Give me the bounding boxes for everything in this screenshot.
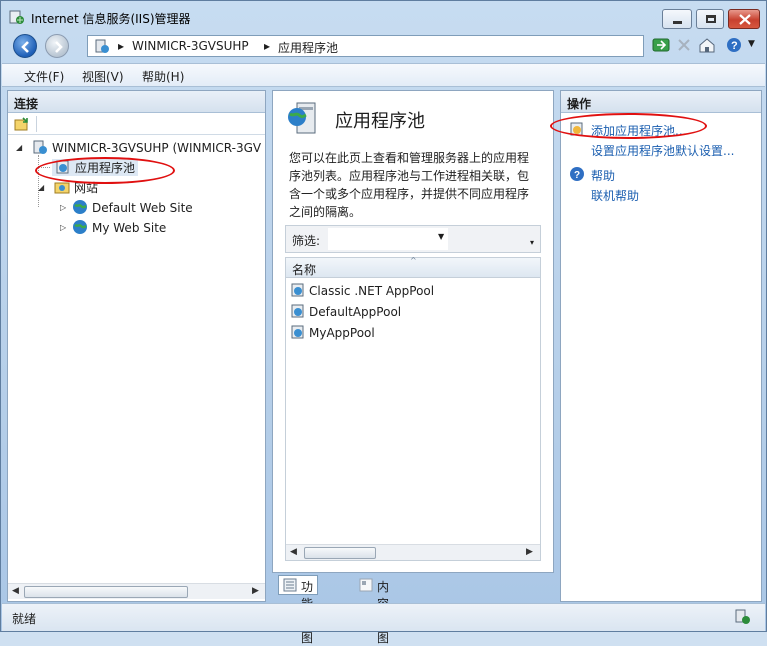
set-pool-defaults-link[interactable]: 设置应用程序池默认设置... <box>591 142 734 159</box>
forward-arrow-icon <box>55 41 63 53</box>
maximize-icon <box>706 15 716 23</box>
menu-view[interactable]: 视图(V) <box>82 68 124 85</box>
filter-options-icon[interactable]: ▾ <box>530 238 534 247</box>
filter-label: 筛选: <box>292 234 321 248</box>
tree-label-default-site: Default Web Site <box>92 201 193 215</box>
refresh-icon[interactable] <box>651 35 671 55</box>
forward-button[interactable] <box>45 34 69 58</box>
window-title: Internet 信息服务(IIS)管理器 <box>31 12 191 26</box>
list-item[interactable]: MyAppPool <box>290 324 375 340</box>
globe-icon <box>73 220 87 234</box>
scroll-right-icon[interactable]: ▶ <box>252 586 259 596</box>
scroll-right-icon[interactable]: ▶ <box>526 547 533 557</box>
pool-name: MyAppPool <box>309 326 375 340</box>
crumb-server[interactable]: WINMICR-3GVSUHP <box>132 39 249 53</box>
connections-header: 连接 <box>8 91 265 113</box>
app-pool-list: 名称 ^ Classic .NET AppPool DefaultAppPool <box>285 256 541 561</box>
page-title: 应用程序池 <box>335 111 425 132</box>
network-status-icon <box>735 609 750 624</box>
status-bar: 就绪 <box>2 603 765 631</box>
toolbar-separator <box>36 116 37 132</box>
collapse-caret-icon[interactable]: ◢ <box>16 143 22 152</box>
collapse-caret-icon[interactable]: ◢ <box>38 183 44 192</box>
title-bar: Internet 信息服务(IIS)管理器 <box>1 1 766 31</box>
column-header-name[interactable]: 名称 ^ <box>286 256 540 278</box>
app-pool-icon <box>291 325 304 339</box>
stop-icon[interactable] <box>674 35 694 55</box>
maximize-button[interactable] <box>696 9 724 29</box>
iis-manager-window: Internet 信息服务(IIS)管理器 ▸ WINMICR-3GVSUHP … <box>0 0 767 645</box>
list-item[interactable]: DefaultAppPool <box>290 303 401 319</box>
tree-line <box>38 155 39 207</box>
scroll-thumb[interactable] <box>304 547 376 559</box>
chevron-down-icon[interactable]: ▼ <box>438 232 444 241</box>
close-icon <box>739 14 751 25</box>
connect-icon[interactable] <box>14 116 30 132</box>
app-pool-icon <box>291 283 304 297</box>
tree-label-server: WINMICR-3GVSUHP (WINMICR-3GV <box>52 141 262 155</box>
chevron-down-icon[interactable]: ▼ <box>748 39 755 49</box>
back-arrow-icon <box>21 41 29 53</box>
menu-help[interactable]: 帮助(H) <box>142 68 184 85</box>
page-description: 您可以在此页上查看和管理服务器上的应用程序池列表。应用程序池与工作进程相关联，包… <box>289 151 530 219</box>
close-button[interactable] <box>728 9 760 29</box>
scroll-thumb[interactable] <box>24 586 188 598</box>
actions-header: 操作 <box>561 91 761 113</box>
scroll-left-icon[interactable]: ◀ <box>290 547 297 557</box>
filter-input[interactable] <box>328 228 448 250</box>
menu-bar: 文件(F) 视图(V) 帮助(H) <box>2 63 765 87</box>
menu-file[interactable]: 文件(F) <box>24 68 64 85</box>
crumb-separator-icon: ▸ <box>118 39 125 53</box>
address-bar[interactable]: ▸ WINMICR-3GVSUHP ▸ 应用程序池 <box>87 35 644 57</box>
list-hscrollbar[interactable]: ◀ ▶ <box>286 544 540 560</box>
annotation-circle <box>550 113 707 139</box>
pool-name: DefaultAppPool <box>309 305 402 319</box>
sort-caret-icon: ^ <box>410 256 417 265</box>
content-view-icon <box>359 578 373 592</box>
globe-icon <box>73 200 87 214</box>
svg-text:?: ? <box>731 40 738 52</box>
pool-name: Classic .NET AppPool <box>309 284 435 298</box>
server-icon <box>33 140 47 154</box>
online-help-link[interactable]: 联机帮助 <box>591 187 639 204</box>
tab-features-view[interactable]: 功能视图 <box>278 575 319 645</box>
list-item[interactable]: Classic .NET AppPool <box>290 282 434 298</box>
tree-node-my-site[interactable]: My Web Site <box>72 219 166 235</box>
svg-text:?: ? <box>574 170 580 181</box>
scroll-left-icon[interactable]: ◀ <box>12 586 19 596</box>
tree-label-my-site: My Web Site <box>92 221 167 235</box>
connections-hscrollbar[interactable]: ◀ ▶ <box>8 583 265 599</box>
help-icon: ? <box>570 167 584 181</box>
expand-caret-icon[interactable]: ▷ <box>60 223 66 232</box>
server-icon <box>95 39 109 53</box>
expand-caret-icon[interactable]: ▷ <box>60 203 66 212</box>
help-link[interactable]: 帮助 <box>591 167 615 184</box>
tree-node-server[interactable]: WINMICR-3GVSUHP (WINMICR-3GV <box>32 139 261 155</box>
iis-app-icon <box>9 10 24 24</box>
crumb-separator-icon: ▸ <box>264 39 271 53</box>
minimize-button[interactable] <box>662 9 692 29</box>
status-text: 就绪 <box>12 612 37 626</box>
home-icon[interactable] <box>697 35 717 55</box>
features-view-icon <box>283 578 297 592</box>
help-dropdown-icon[interactable]: ? <box>725 35 745 55</box>
app-pools-title-icon <box>288 102 316 134</box>
center-pane: 应用程序池 您可以在此页上查看和管理服务器上的应用程序池列表。应用程序池与工作进… <box>272 90 554 573</box>
column-name-label: 名称 <box>292 263 317 277</box>
app-pool-icon <box>291 304 304 318</box>
connections-toolbar <box>8 113 265 135</box>
crumb-app-pools[interactable]: 应用程序池 <box>278 39 338 56</box>
tree-node-default-site[interactable]: Default Web Site <box>72 199 193 215</box>
filter-bar: 筛选: ▼ ▾ <box>285 225 541 253</box>
actions-pane: 操作 添加应用程序池... 设置应用程序池默认设置... ? 帮助 联机帮助 <box>560 90 762 602</box>
annotation-circle <box>35 157 175 184</box>
minimize-icon <box>673 21 682 24</box>
back-button[interactable] <box>13 34 37 58</box>
tab-content-view[interactable]: 内容视图 <box>354 575 394 645</box>
